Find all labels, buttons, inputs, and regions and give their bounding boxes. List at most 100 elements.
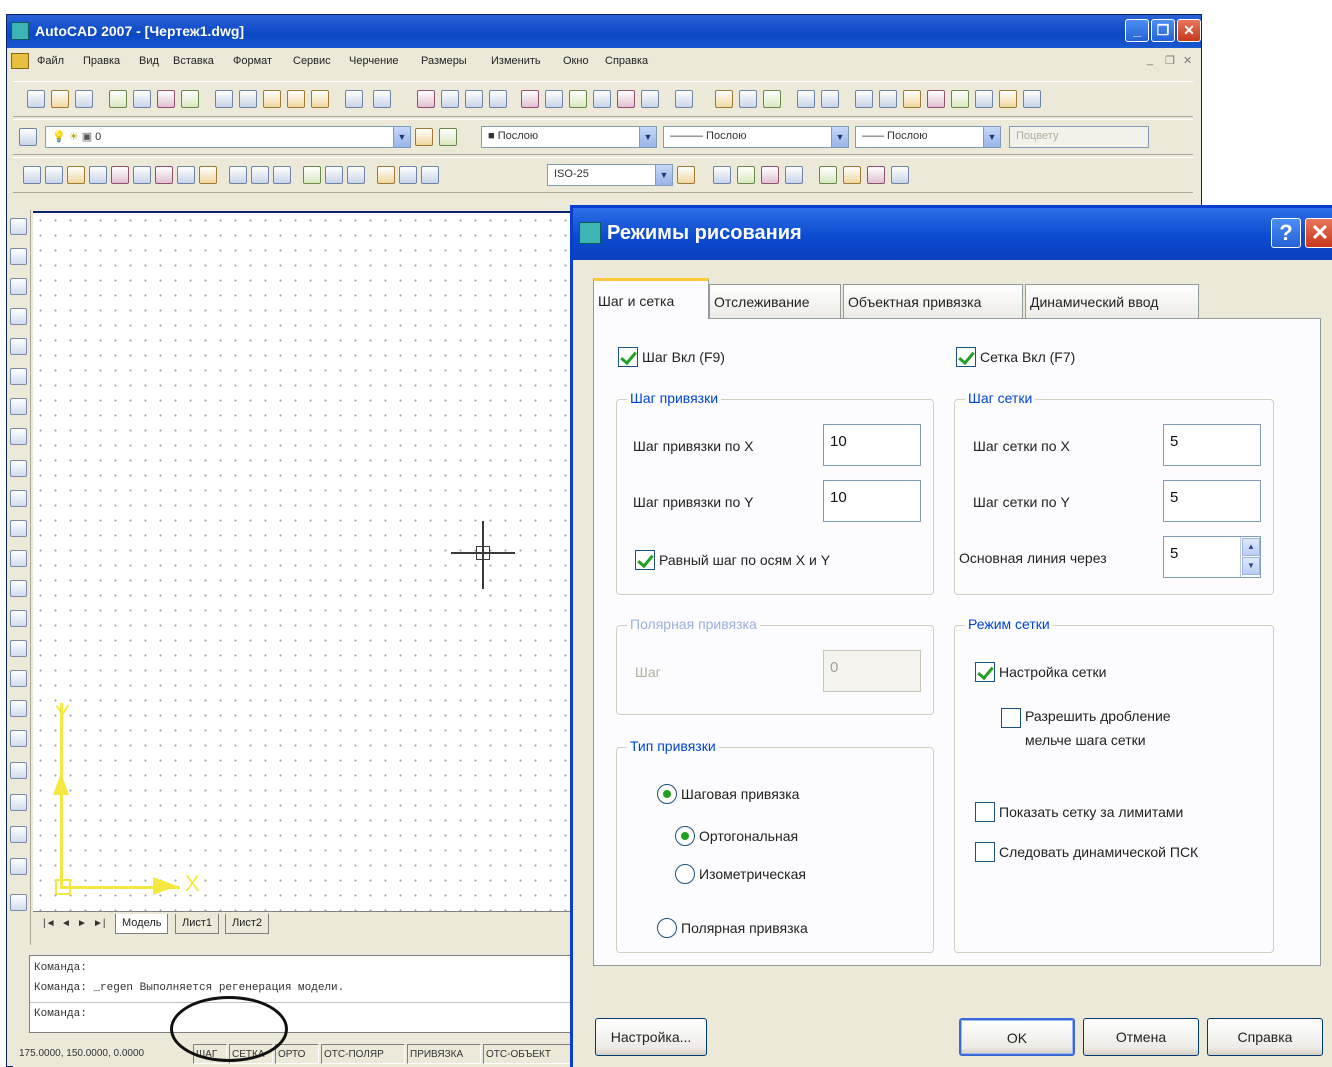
point-icon[interactable] bbox=[10, 338, 27, 355]
match-properties-icon[interactable] bbox=[287, 90, 305, 108]
snap-x-input[interactable]: 10 bbox=[823, 424, 921, 466]
angular-dim-icon[interactable] bbox=[177, 166, 195, 184]
cut-icon[interactable] bbox=[215, 90, 233, 108]
3d-dwf-icon[interactable] bbox=[181, 90, 199, 108]
nav-prev-icon[interactable]: ◄ bbox=[61, 918, 71, 929]
polygon-icon[interactable] bbox=[10, 460, 27, 477]
dimstyle-combo[interactable]: ISO-25 ▼ bbox=[547, 164, 673, 186]
revision-cloud-icon[interactable] bbox=[10, 610, 27, 627]
menu-modify[interactable]: Изменить bbox=[491, 55, 541, 67]
grid-on-checkbox[interactable] bbox=[956, 347, 976, 367]
spin-up-icon[interactable]: ▲ bbox=[1242, 538, 1260, 556]
sheet-set-icon[interactable] bbox=[593, 90, 611, 108]
snap-on-checkbox[interactable] bbox=[618, 347, 638, 367]
block-editor-icon[interactable] bbox=[311, 90, 329, 108]
rectangle-icon[interactable] bbox=[10, 490, 27, 507]
mdi-minimize-icon[interactable]: _ bbox=[1147, 54, 1153, 66]
convert-space-icon[interactable] bbox=[999, 90, 1017, 108]
table-style-icon[interactable] bbox=[1023, 90, 1041, 108]
tolerance-icon[interactable] bbox=[303, 166, 321, 184]
tab-model[interactable]: Модель bbox=[115, 914, 169, 934]
rectangular-snap-radio[interactable] bbox=[675, 826, 695, 846]
publish-icon[interactable] bbox=[157, 90, 175, 108]
layer-combo[interactable]: 💡 ☀ ▣ 0 ▼ bbox=[45, 126, 411, 148]
save-icon[interactable] bbox=[75, 90, 93, 108]
close-icon[interactable]: ✕ bbox=[1177, 19, 1201, 42]
baseline-dim-icon[interactable] bbox=[229, 166, 247, 184]
tab-snap-and-grid[interactable]: Шаг и сетка bbox=[593, 278, 709, 319]
linetype-combo[interactable]: ——— Послою ▼ bbox=[663, 126, 849, 148]
grid-x-input[interactable]: 5 bbox=[1163, 424, 1261, 466]
spline-icon[interactable] bbox=[10, 730, 27, 747]
arc-length-icon[interactable] bbox=[67, 166, 85, 184]
explode-icon[interactable] bbox=[10, 858, 27, 875]
aligned-dim-icon[interactable] bbox=[45, 166, 63, 184]
print-icon[interactable] bbox=[109, 90, 127, 108]
lineweight-combo[interactable]: —— Послою ▼ bbox=[855, 126, 1001, 148]
spin-down-icon[interactable]: ▼ bbox=[1242, 557, 1260, 575]
properties-icon[interactable] bbox=[521, 90, 539, 108]
ucs-toolbar-icon[interactable] bbox=[797, 90, 815, 108]
zoom-realtime-icon[interactable] bbox=[441, 90, 459, 108]
status-osnap-button[interactable]: ПРИВЯЗКА bbox=[407, 1044, 481, 1064]
new-icon[interactable] bbox=[27, 90, 45, 108]
plot-preview-icon[interactable] bbox=[133, 90, 151, 108]
trim-icon[interactable] bbox=[10, 700, 27, 717]
inquiry-list-icon[interactable] bbox=[785, 166, 803, 184]
block-insert-icon[interactable] bbox=[819, 166, 837, 184]
named-views-icon[interactable] bbox=[821, 90, 839, 108]
views-icon[interactable] bbox=[739, 90, 757, 108]
restore-icon[interactable]: ❐ bbox=[1151, 19, 1175, 42]
ordinate-dim-icon[interactable] bbox=[89, 166, 107, 184]
equal-spacing-checkbox[interactable] bbox=[635, 550, 655, 570]
menu-view[interactable]: Вид bbox=[139, 55, 159, 67]
nav-first-icon[interactable]: |◄ bbox=[43, 918, 56, 929]
tool-palettes-icon[interactable] bbox=[569, 90, 587, 108]
copy-tool-icon[interactable] bbox=[10, 398, 27, 415]
workspace-icon[interactable] bbox=[715, 90, 733, 108]
menu-format[interactable]: Формат bbox=[233, 55, 272, 67]
undo-icon[interactable] bbox=[345, 90, 363, 108]
menu-insert[interactable]: Вставка bbox=[173, 55, 214, 67]
spell-icon[interactable] bbox=[903, 90, 921, 108]
inquiry-area-icon[interactable] bbox=[761, 166, 779, 184]
radius-dim-icon[interactable] bbox=[111, 166, 129, 184]
drawing-area[interactable]: X Y bbox=[33, 211, 578, 911]
mirror-icon[interactable] bbox=[10, 428, 27, 445]
polar-snap-radio[interactable] bbox=[657, 918, 677, 938]
ok-button[interactable]: OK bbox=[959, 1018, 1075, 1056]
layer-manager-icon[interactable] bbox=[19, 128, 37, 146]
gradient-icon[interactable] bbox=[891, 166, 909, 184]
copy-icon[interactable] bbox=[239, 90, 257, 108]
multiline-text-icon[interactable] bbox=[879, 90, 897, 108]
tab-layout1[interactable]: Лист1 bbox=[175, 914, 220, 934]
quick-dim-icon[interactable] bbox=[199, 166, 217, 184]
menu-tools[interactable]: Сервис bbox=[293, 55, 331, 67]
help-toolbar-icon[interactable] bbox=[675, 90, 693, 108]
dim-style-icon[interactable] bbox=[421, 166, 439, 184]
follow-ucs-checkbox[interactable] bbox=[975, 842, 995, 862]
hatch-icon[interactable] bbox=[867, 166, 885, 184]
hatch-tool-icon[interactable] bbox=[10, 894, 27, 911]
grid-y-input[interactable]: 5 bbox=[1163, 480, 1261, 522]
find-icon[interactable] bbox=[927, 90, 945, 108]
tab-polar-tracking[interactable]: Отслеживание bbox=[709, 284, 841, 318]
dim-update-icon[interactable] bbox=[399, 166, 417, 184]
dim-text-edit-icon[interactable] bbox=[377, 166, 395, 184]
insert-block-icon[interactable] bbox=[10, 826, 27, 843]
snap-y-input[interactable]: 10 bbox=[823, 480, 921, 522]
subdivision-checkbox[interactable] bbox=[1001, 708, 1021, 728]
block-make-icon[interactable] bbox=[843, 166, 861, 184]
tab-layout2[interactable]: Лист2 bbox=[225, 914, 270, 934]
redo-icon[interactable] bbox=[373, 90, 391, 108]
options-button[interactable]: Настройка... bbox=[595, 1018, 707, 1056]
linear-dim-icon[interactable] bbox=[23, 166, 41, 184]
multiline-style-icon[interactable] bbox=[713, 166, 731, 184]
diameter-dim-icon[interactable] bbox=[155, 166, 173, 184]
design-center-icon[interactable] bbox=[545, 90, 563, 108]
scale-icon[interactable] bbox=[10, 640, 27, 657]
minimize-icon[interactable]: _ bbox=[1125, 19, 1149, 42]
markup-icon[interactable] bbox=[617, 90, 635, 108]
open-icon[interactable] bbox=[51, 90, 69, 108]
polyline-icon[interactable] bbox=[10, 308, 27, 325]
